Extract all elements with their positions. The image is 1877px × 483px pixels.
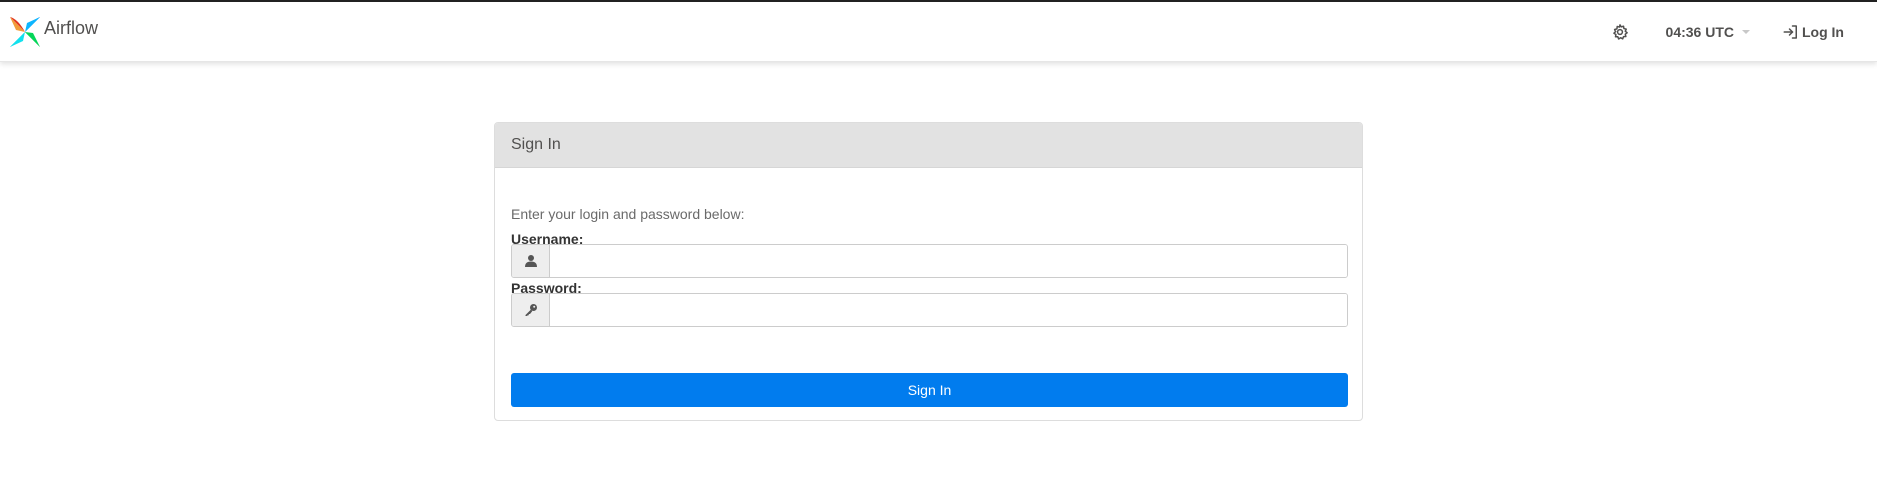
navbar: Airflow 04:36 UTC Log In xyxy=(0,2,1877,62)
key-icon xyxy=(525,304,537,316)
username-group xyxy=(511,244,1348,278)
sign-in-panel: Sign In Enter your login and password be… xyxy=(494,122,1363,421)
clock-time: 04:36 UTC xyxy=(1665,24,1734,40)
password-addon xyxy=(512,294,550,326)
clock-dropdown[interactable]: 04:36 UTC xyxy=(1666,24,1750,40)
sign-in-icon xyxy=(1783,25,1797,39)
panel-heading: Sign In xyxy=(495,123,1362,168)
caret-down-icon xyxy=(1742,30,1750,34)
username-addon xyxy=(512,245,550,277)
login-label: Log In xyxy=(1802,24,1844,40)
gear-icon xyxy=(1612,24,1628,40)
panel-title: Sign In xyxy=(511,136,561,153)
password-input[interactable] xyxy=(550,294,1347,326)
sign-in-button[interactable]: Sign In xyxy=(511,373,1348,407)
intro-text: Enter your login and password below: xyxy=(511,206,745,222)
brand-name: Airflow xyxy=(44,17,99,38)
password-group xyxy=(511,293,1348,327)
user-icon xyxy=(524,255,537,267)
brand-link[interactable]: Airflow xyxy=(8,10,98,54)
login-link[interactable]: Log In xyxy=(1782,23,1844,41)
navbar-right: 04:36 UTC Log In xyxy=(1606,2,1877,62)
username-input[interactable] xyxy=(550,245,1347,277)
airflow-logo xyxy=(10,17,40,47)
settings-button[interactable] xyxy=(1606,18,1634,46)
